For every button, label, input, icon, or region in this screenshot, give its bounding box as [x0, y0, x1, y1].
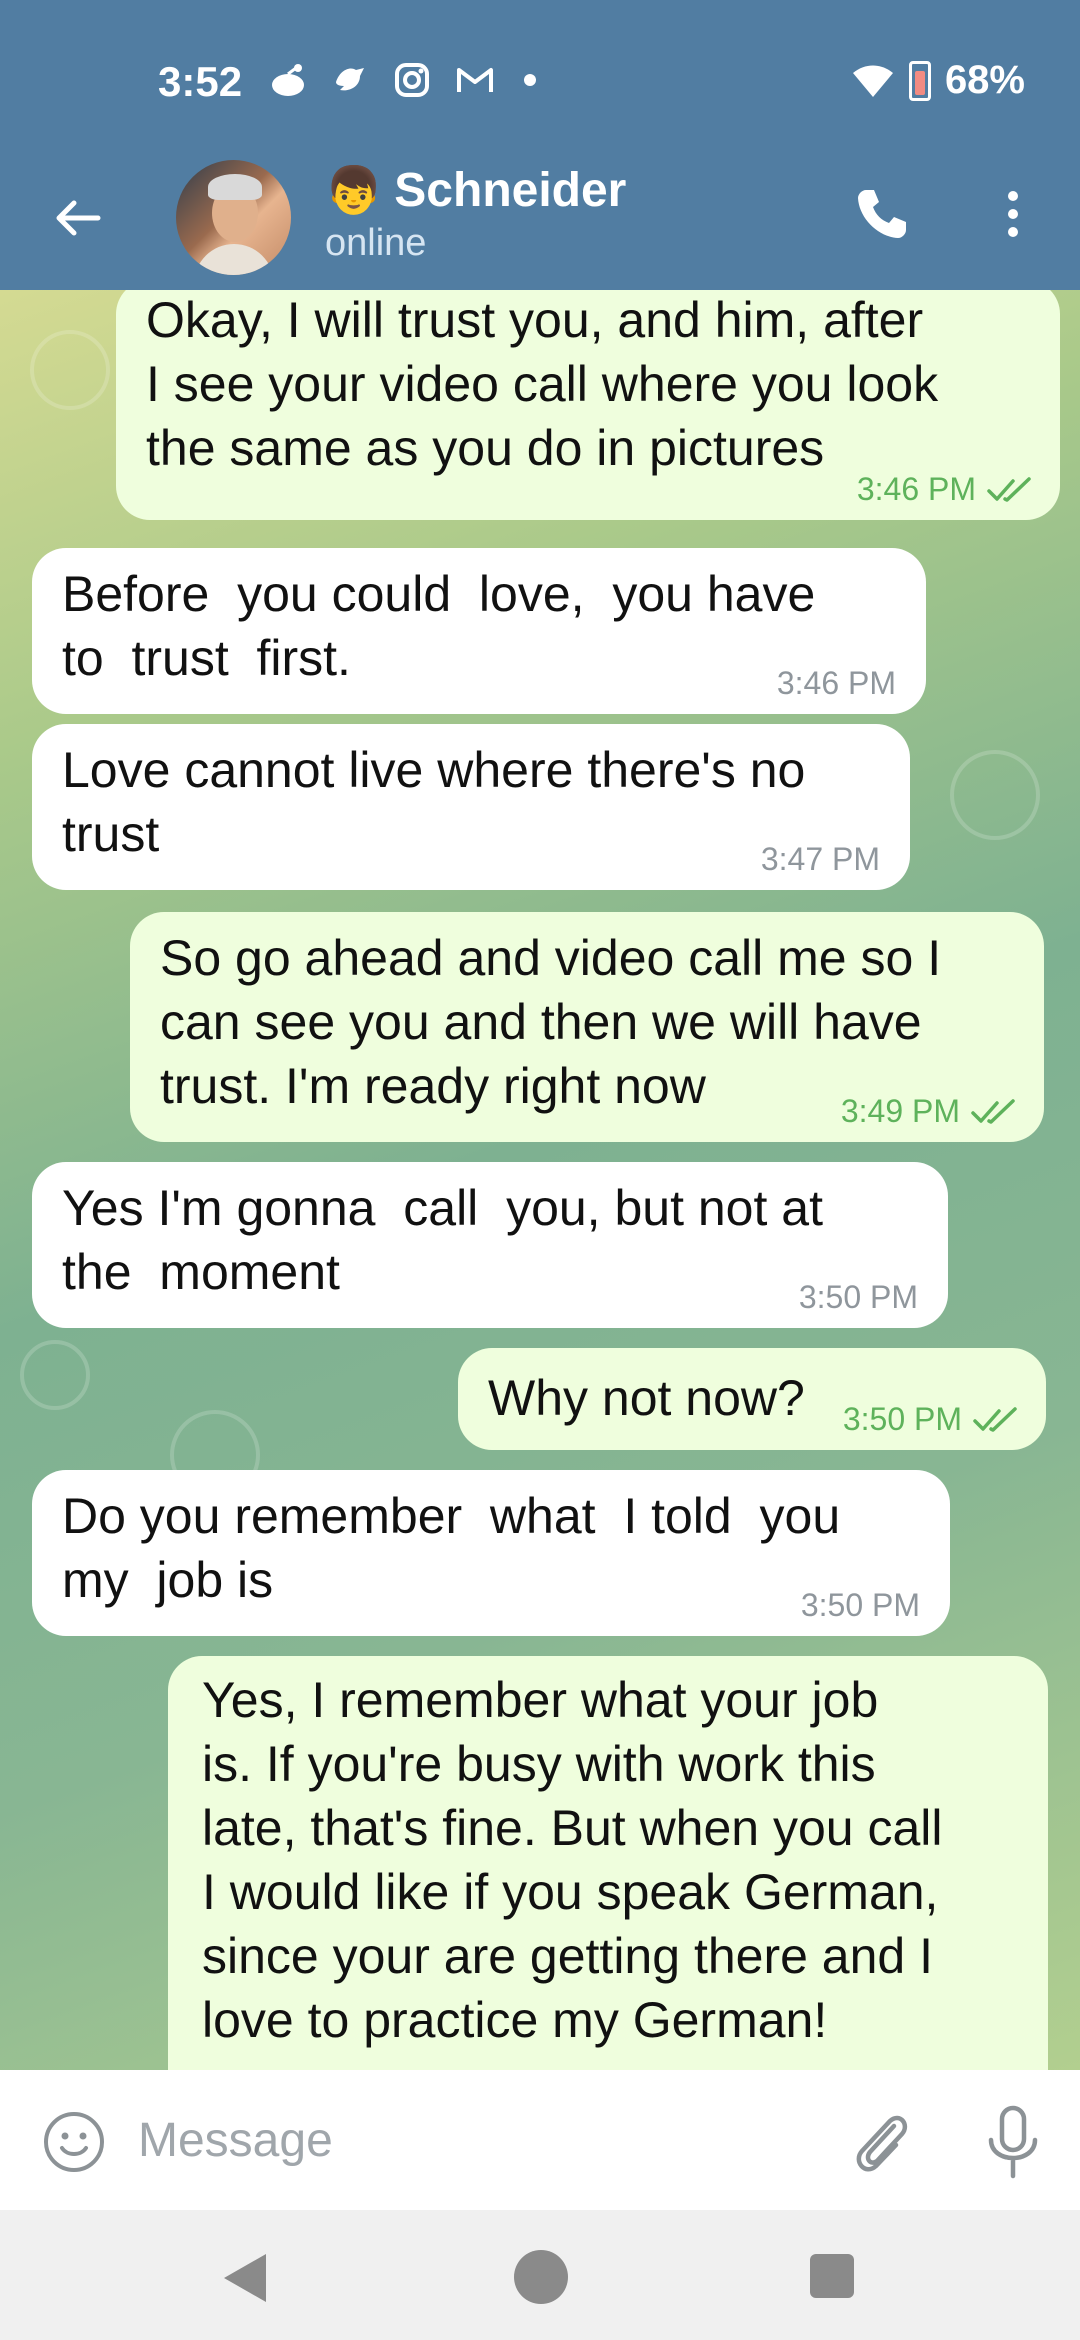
- wifi-icon: [852, 65, 893, 97]
- chat-header: 3:52 68% 👦 Schneider online: [0, 0, 1080, 290]
- contact-name[interactable]: 👦 Schneider: [325, 160, 626, 221]
- reddit-icon: [272, 64, 304, 96]
- message-text: Why not now?: [488, 1370, 805, 1426]
- message-bubble[interactable]: Yes I'm gonna call you, but not at the m…: [32, 1162, 948, 1328]
- message-bubble[interactable]: Okay, I will trust you, and him, after I…: [116, 290, 1060, 520]
- wallpaper-doodle: [950, 750, 1040, 840]
- message-text: Okay, I will trust you, and him, after I…: [146, 292, 939, 476]
- microphone-icon[interactable]: [985, 2104, 1041, 2182]
- read-double-check-icon: [987, 476, 1031, 502]
- message-time: 3:46 PM: [856, 471, 976, 507]
- phone-call-icon[interactable]: [852, 184, 912, 244]
- message-meta: 3:46 PM: [777, 665, 896, 702]
- message-bubble[interactable]: Why not now? 3:50 PM: [458, 1348, 1046, 1450]
- wallpaper-doodle: [30, 330, 110, 410]
- emoji-icon[interactable]: [42, 2110, 106, 2174]
- message-meta: 3:50 PM: [843, 1401, 1018, 1438]
- message-meta: 3:50 PM: [799, 1279, 918, 1316]
- battery-icon: [908, 60, 931, 101]
- status-right: 68%: [851, 58, 1025, 103]
- system-nav-bar: [0, 2210, 1080, 2340]
- gmail-icon: [457, 68, 493, 92]
- composer-bar: [0, 2070, 1080, 2210]
- message-text: Love cannot live where there's no trust: [62, 742, 806, 862]
- more-notifications-dot: [524, 74, 536, 86]
- message-time: 3:50 PM: [798, 1279, 918, 1315]
- nav-recents-icon[interactable]: [810, 2254, 854, 2298]
- message-time: 3:47 PM: [760, 841, 880, 877]
- instagram-icon: [395, 63, 429, 97]
- wallpaper-doodle: [20, 1340, 90, 1410]
- message-time: 3:50 PM: [842, 1401, 962, 1437]
- message-time: 3:50 PM: [800, 1587, 920, 1623]
- message-text: Do you remember what I told you my job i…: [62, 1488, 841, 1608]
- message-text: Before you could love, you have to trust…: [62, 566, 816, 686]
- nav-back-icon[interactable]: [222, 2252, 268, 2304]
- message-bubble[interactable]: So go ahead and video call me so I can s…: [130, 912, 1044, 1142]
- message-input[interactable]: [138, 2100, 788, 2180]
- read-double-check-icon: [971, 1098, 1015, 1124]
- chat-header-row: 👦 Schneider online: [0, 160, 1080, 290]
- message-bubble[interactable]: Love cannot live where there's no trust …: [32, 724, 910, 890]
- message-text: Yes, I remember what your job is. If you…: [202, 1672, 943, 2048]
- message-bubble[interactable]: Yes, I remember what your job is. If you…: [168, 1656, 1048, 2070]
- status-bar: 3:52 68%: [0, 0, 1080, 165]
- read-double-check-icon: [973, 1406, 1017, 1432]
- notification-icons: [268, 60, 536, 100]
- message-time: 3:49 PM: [840, 1093, 960, 1129]
- contact-avatar[interactable]: [176, 160, 291, 275]
- message-text: So go ahead and video call me so I can s…: [160, 930, 942, 1114]
- contact-name-text: Schneider: [394, 164, 627, 217]
- message-list[interactable]: Okay, I will trust you, and him, after I…: [0, 290, 1080, 2070]
- back-arrow-icon[interactable]: [48, 188, 108, 248]
- battery-percent: 68%: [944, 58, 1025, 102]
- status-time: 3:52: [158, 58, 243, 105]
- more-options-icon[interactable]: [995, 184, 1031, 244]
- bird-icon: [336, 68, 364, 91]
- message-bubble[interactable]: Before you could love, you have to trust…: [32, 548, 926, 714]
- message-meta: 3:47 PM: [761, 841, 880, 878]
- nav-home-icon[interactable]: [514, 2250, 568, 2304]
- message-bubble[interactable]: Do you remember what I told you my job i…: [32, 1470, 950, 1636]
- message-time: 3:46 PM: [776, 665, 896, 701]
- message-meta: 3:49 PM: [841, 1093, 1016, 1130]
- contact-emoji: 👦: [325, 164, 383, 216]
- message-meta: 3:46 PM: [857, 471, 1032, 508]
- message-meta: 3:50 PM: [801, 1587, 920, 1624]
- presence-status: online: [325, 222, 427, 264]
- attach-paperclip-icon[interactable]: [848, 2104, 914, 2178]
- message-text: Yes I'm gonna call you, but not at the m…: [62, 1180, 823, 1300]
